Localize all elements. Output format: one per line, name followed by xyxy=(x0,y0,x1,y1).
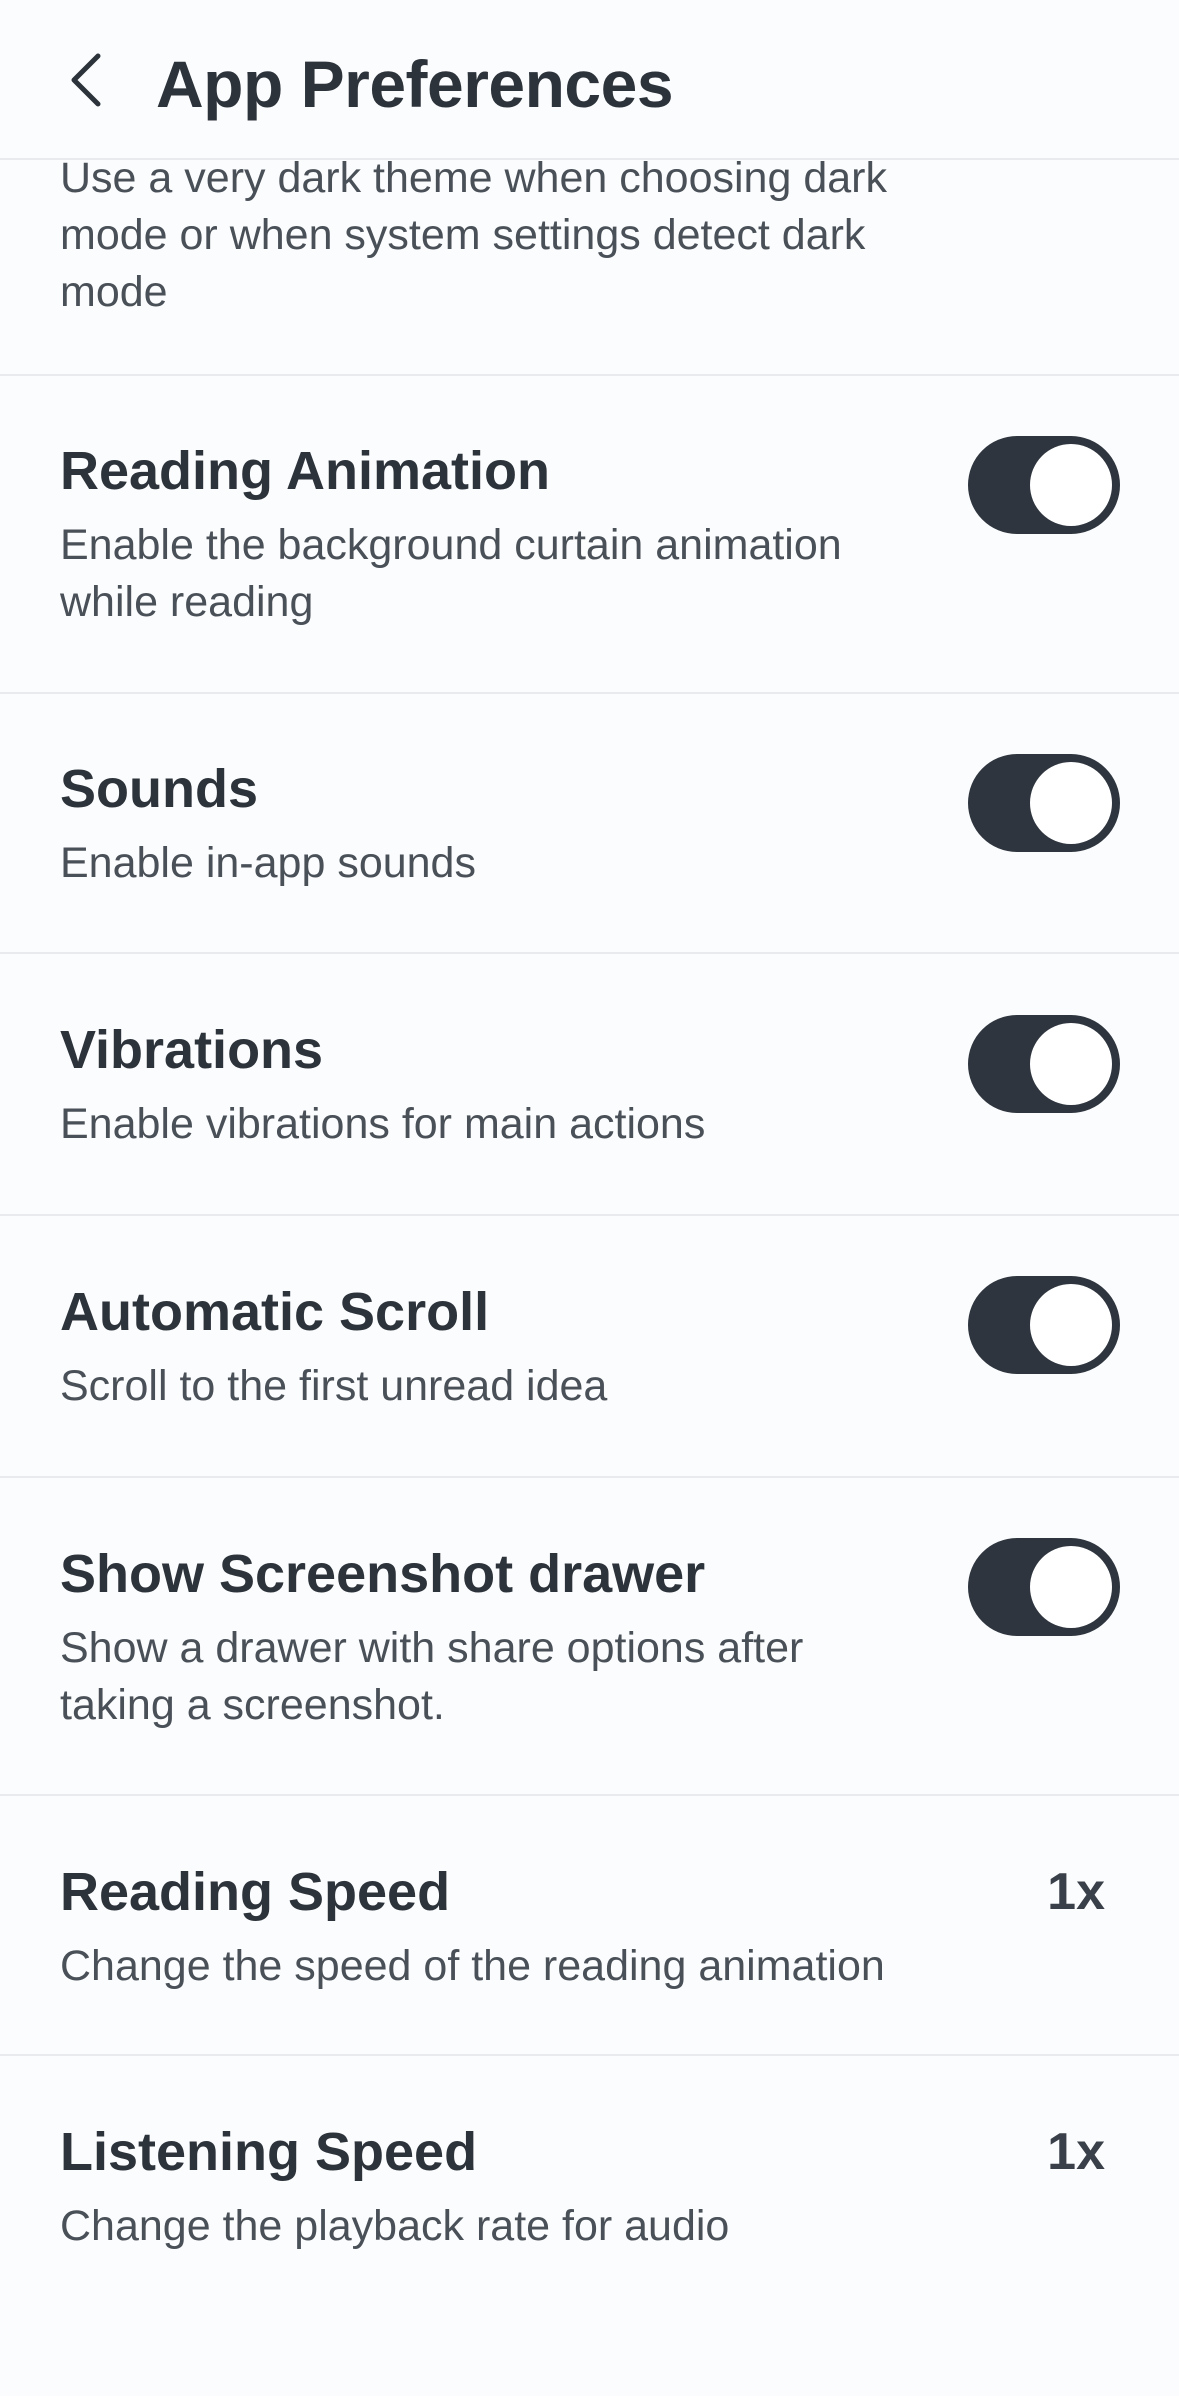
setting-title: Automatic Scroll xyxy=(60,1282,490,1342)
setting-description: Change the speed of the reading animatio… xyxy=(60,1942,885,1990)
automatic-scroll-toggle[interactable] xyxy=(968,1276,1120,1374)
page-title: App Preferences xyxy=(156,47,674,121)
toggle-knob xyxy=(1030,762,1112,844)
toggle-knob xyxy=(1030,1284,1112,1366)
setting-row-reading-speed[interactable]: Reading Speed Change the speed of the re… xyxy=(0,1796,1179,2054)
setting-title: Sounds xyxy=(60,759,258,819)
setting-row-vibrations: Vibrations Enable vibrations for main ac… xyxy=(0,954,1179,1214)
setting-description: Enable in-app sounds xyxy=(60,839,476,887)
setting-row-sounds: Sounds Enable in-app sounds xyxy=(0,694,1179,952)
vibrations-toggle[interactable] xyxy=(968,1015,1120,1113)
setting-title: Reading Speed xyxy=(60,1862,451,1922)
app-preferences-screen: App Preferences Use a very dark theme wh… xyxy=(0,0,1179,2396)
setting-row-reading-animation: Reading Animation Enable the background … xyxy=(0,376,1179,692)
setting-description: Scroll to the first unread idea xyxy=(60,1362,608,1410)
sounds-toggle[interactable] xyxy=(968,754,1120,852)
listening-speed-value: 1x xyxy=(1047,2123,1105,2181)
setting-row-automatic-scroll: Automatic Scroll Scroll to the first unr… xyxy=(0,1216,1179,1476)
setting-row-listening-speed[interactable]: Listening Speed Change the playback rate… xyxy=(0,2056,1179,2316)
setting-description: Enable the background curtain animation … xyxy=(60,521,842,626)
setting-description: Enable vibrations for main actions xyxy=(60,1100,706,1148)
chevron-left-icon xyxy=(71,53,101,107)
reading-animation-toggle[interactable] xyxy=(968,436,1120,534)
screenshot-drawer-toggle[interactable] xyxy=(968,1538,1120,1636)
header-bar: App Preferences xyxy=(0,0,1179,160)
setting-description: Show a drawer with share options after t… xyxy=(60,1624,804,1729)
setting-title: Vibrations xyxy=(60,1020,324,1080)
setting-title: Show Screenshot drawer xyxy=(60,1544,706,1604)
back-button[interactable] xyxy=(46,40,126,120)
setting-description: Change the playback rate for audio xyxy=(60,2202,730,2250)
setting-row-screenshot-drawer: Show Screenshot drawer Show a drawer wit… xyxy=(0,1478,1179,1794)
toggle-knob xyxy=(1030,1546,1112,1628)
toggle-knob xyxy=(1030,1023,1112,1105)
setting-title: Reading Animation xyxy=(60,441,551,501)
dark-theme-description: Use a very dark theme when choosing dark… xyxy=(60,154,887,316)
toggle-knob xyxy=(1030,444,1112,526)
setting-title: Listening Speed xyxy=(60,2122,478,2182)
reading-speed-value: 1x xyxy=(1047,1863,1105,1921)
